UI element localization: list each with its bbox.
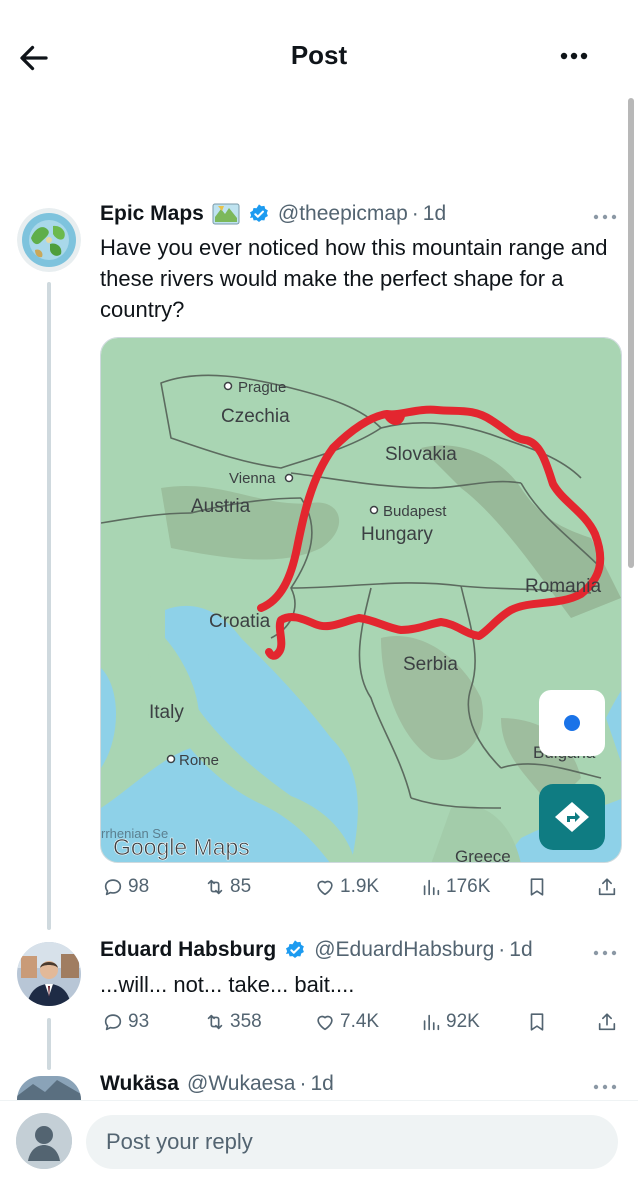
map-label-czechia: Czechia bbox=[221, 406, 290, 427]
post-text: ...will... not... take... bait.... bbox=[100, 972, 355, 997]
handle[interactable]: @Wukaesa bbox=[187, 1072, 295, 1096]
map-label-greece: Greece bbox=[455, 847, 511, 863]
map-label-serbia: Serbia bbox=[403, 654, 458, 675]
bookmark-icon bbox=[530, 1013, 544, 1031]
display-name[interactable]: Wukäsa bbox=[100, 1072, 179, 1096]
more-options-button[interactable] bbox=[556, 44, 592, 68]
repost-icon bbox=[207, 1014, 223, 1030]
page-title: Post bbox=[290, 40, 348, 70]
scrollbar[interactable] bbox=[628, 98, 634, 568]
post-actions: 98 85 1.9K 176K bbox=[100, 876, 625, 904]
like-icon bbox=[317, 1015, 333, 1031]
more-icon bbox=[560, 52, 588, 60]
avatar[interactable] bbox=[17, 942, 81, 1006]
repost-button[interactable]: 85 bbox=[204, 876, 251, 898]
repost-count: 85 bbox=[230, 876, 252, 897]
thread-line bbox=[47, 1018, 51, 1070]
map-label-vienna: Vienna bbox=[229, 470, 276, 487]
post-map-image[interactable]: Prague Czechia Vienna Austria Slovakia B… bbox=[100, 337, 622, 863]
map-label-prague: Prague bbox=[238, 379, 286, 396]
repost-icon bbox=[207, 879, 223, 895]
bookmark-icon bbox=[530, 878, 544, 896]
views-icon bbox=[423, 879, 440, 896]
separator: · bbox=[498, 938, 506, 961]
avatar[interactable] bbox=[17, 208, 81, 272]
post-more-button[interactable] bbox=[590, 946, 620, 960]
bookmark-button[interactable] bbox=[526, 1011, 552, 1033]
directions-button[interactable] bbox=[539, 784, 605, 850]
display-name[interactable]: Eduard Habsburg bbox=[100, 938, 276, 962]
share-button[interactable] bbox=[596, 1011, 622, 1033]
my-location-button[interactable] bbox=[539, 690, 605, 756]
post-actions: 93 358 7.4K 92K bbox=[100, 1011, 625, 1039]
map-label-slovakia: Slovakia bbox=[385, 444, 457, 465]
post-more-button[interactable] bbox=[590, 1080, 620, 1094]
timestamp[interactable]: 1d bbox=[423, 202, 446, 226]
like-icon bbox=[317, 880, 333, 896]
map-attribution: Google Maps bbox=[113, 834, 250, 860]
reply-button[interactable]: 98 bbox=[102, 876, 149, 898]
map-label-italy: Italy bbox=[149, 702, 184, 723]
reply-icon bbox=[104, 1014, 122, 1031]
share-icon bbox=[598, 878, 616, 896]
like-count: 7.4K bbox=[340, 1011, 380, 1032]
timestamp[interactable]: 1d bbox=[509, 938, 532, 962]
views-button[interactable]: 92K bbox=[420, 1011, 480, 1033]
view-count: 92K bbox=[446, 1011, 480, 1032]
separator: · bbox=[411, 202, 419, 225]
verified-icon bbox=[284, 939, 306, 961]
top-bar: Post bbox=[0, 0, 638, 112]
share-button[interactable] bbox=[596, 876, 622, 898]
share-icon bbox=[598, 1013, 616, 1031]
reply-count: 98 bbox=[128, 876, 150, 897]
map-label-austria: Austria bbox=[191, 496, 251, 517]
like-button[interactable]: 1.9K bbox=[314, 876, 379, 898]
map-label-croatia: Croatia bbox=[209, 611, 271, 632]
views-icon bbox=[423, 1014, 440, 1031]
map-flag-icon bbox=[212, 203, 240, 225]
post-header: Wukäsa @Wukaesa · 1d bbox=[100, 1072, 334, 1096]
avatar[interactable] bbox=[17, 1076, 81, 1100]
map-label-hungary: Hungary bbox=[361, 524, 433, 545]
map-label-romania: Romania bbox=[525, 576, 601, 597]
separator: · bbox=[299, 1072, 307, 1095]
view-count: 176K bbox=[446, 876, 491, 897]
verified-icon bbox=[248, 203, 270, 225]
handle[interactable]: @EduardHabsburg bbox=[314, 938, 494, 962]
reply-count: 93 bbox=[128, 1011, 150, 1032]
map-label-rome: Rome bbox=[179, 752, 219, 769]
reply-composer bbox=[0, 1100, 638, 1200]
views-button[interactable]: 176K bbox=[420, 876, 490, 898]
post-text: Have you ever noticed how this mountain … bbox=[100, 235, 608, 322]
post-header: Epic Maps @theepicmap · 1d bbox=[100, 202, 446, 226]
display-name[interactable]: Epic Maps bbox=[100, 202, 204, 226]
thread-line bbox=[47, 282, 51, 930]
like-count: 1.9K bbox=[340, 876, 380, 897]
handle[interactable]: @theepicmap bbox=[278, 202, 408, 226]
timestamp[interactable]: 1d bbox=[310, 1072, 333, 1096]
like-button[interactable]: 7.4K bbox=[314, 1011, 379, 1033]
reply-button[interactable]: 93 bbox=[102, 1011, 149, 1033]
reply-input[interactable] bbox=[86, 1115, 618, 1169]
repost-button[interactable]: 358 bbox=[204, 1011, 262, 1033]
post-more-button[interactable] bbox=[590, 210, 620, 224]
map-label-budapest: Budapest bbox=[383, 503, 447, 520]
repost-count: 358 bbox=[230, 1011, 262, 1032]
post-header: Eduard Habsburg @EduardHabsburg · 1d bbox=[100, 938, 533, 962]
reply-icon bbox=[104, 879, 122, 896]
bookmark-button[interactable] bbox=[526, 876, 552, 898]
user-avatar[interactable] bbox=[16, 1113, 72, 1169]
